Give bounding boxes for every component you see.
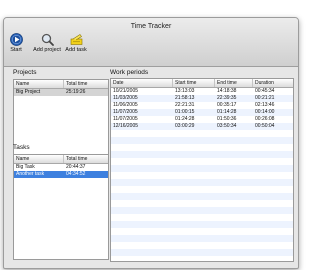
column-header-end-time[interactable]: End time [215, 79, 253, 87]
end-time-cell: 22:39:35 [217, 95, 237, 101]
work-period-row[interactable]: 12/16/2005 03:00:29 03:50:34 00:50:04 [111, 123, 293, 130]
empty-row [111, 228, 293, 235]
date-cell: 11/06/2005 [113, 102, 138, 108]
column-header-duration[interactable]: Duration [253, 79, 293, 87]
empty-row [111, 207, 293, 214]
task-name: Big Task [16, 164, 35, 170]
empty-row [111, 158, 293, 165]
empty-row [111, 242, 293, 249]
duration-cell: 00:50:04 [255, 123, 275, 129]
start-time-cell: 13:13:03 [175, 88, 195, 94]
work-period-row[interactable]: 11/07/2005 01:24:28 01:50:36 00:26:08 [111, 116, 293, 123]
empty-row [111, 235, 293, 242]
duration-cell: 02:13:46 [255, 102, 275, 108]
empty-row [111, 179, 293, 186]
date-cell: 12/16/2005 [113, 123, 139, 129]
empty-row [111, 214, 293, 221]
work-period-row[interactable]: 11/03/2005 21:58:13 22:39:35 00:21:21 [111, 95, 293, 102]
start-time-cell: 03:00:29 [175, 123, 195, 129]
work-period-row[interactable]: 11/07/2005 01:00:15 01:14:28 00:14:00 [111, 109, 293, 116]
empty-row [111, 144, 293, 151]
empty-row [111, 186, 293, 193]
column-header-total-time[interactable]: Total time [64, 80, 108, 88]
task-total-time: 20:44:37 [66, 164, 86, 170]
project-total-time: 25:19:26 [66, 89, 86, 95]
empty-row [111, 165, 293, 172]
start-label: Start [10, 47, 22, 53]
end-time-cell: 01:14:28 [217, 109, 237, 115]
column-header-date[interactable]: Date [111, 79, 173, 87]
end-time-cell: 03:50:34 [217, 123, 237, 129]
column-header-name[interactable]: Name [14, 155, 64, 163]
work-period-row[interactable]: 11/06/2005 22:21:31 00:35:17 02:13:46 [111, 102, 293, 109]
column-header-name[interactable]: Name [14, 80, 64, 88]
date-cell: 11/07/2005 [113, 116, 138, 122]
duration-cell: 00:45:34 [255, 88, 275, 94]
project-name: Big Project [16, 89, 41, 95]
work-periods-label: Work periods [110, 69, 149, 76]
start-button[interactable]: Start [8, 33, 24, 53]
add-task-icon [70, 34, 82, 45]
tasks-table[interactable]: Name Total time Big Task 20:44:37 Anothe… [13, 154, 109, 260]
duration-cell: 00:26:08 [255, 116, 275, 122]
work-period-row[interactable]: 10/21/2005 13:13:03 14:18:38 00:45:34 [111, 88, 293, 95]
end-time-cell: 01:50:36 [217, 116, 237, 122]
end-time-cell: 14:18:38 [217, 88, 237, 94]
start-time-cell: 21:58:13 [175, 95, 195, 101]
empty-row [111, 193, 293, 200]
empty-row [111, 221, 293, 228]
date-cell: 11/07/2005 [113, 109, 138, 115]
start-time-cell: 22:21:31 [175, 102, 195, 108]
projects-label: Projects [13, 69, 37, 76]
column-header-total-time[interactable]: Total time [64, 155, 108, 163]
date-cell: 10/21/2005 [113, 88, 139, 94]
start-time-cell: 01:24:28 [175, 116, 195, 122]
duration-cell: 00:14:00 [255, 109, 275, 115]
task-row[interactable]: Big Task 20:44:37 [14, 164, 108, 171]
date-cell: 11/03/2005 [113, 95, 138, 101]
time-tracker-window: Time Tracker Start Add project Add task [3, 17, 299, 269]
add-task-label: Add task [65, 47, 87, 53]
add-project-button[interactable]: Add project [32, 33, 62, 53]
empty-row [111, 137, 293, 144]
tasks-label: Tasks [13, 144, 30, 151]
empty-row [111, 151, 293, 158]
task-name: Another task [16, 171, 45, 177]
title-bar: Time Tracker Start Add project Add task [4, 18, 298, 67]
work-periods-table[interactable]: Date Start time End time Duration 10/21/… [110, 78, 294, 262]
task-row-selected[interactable]: Another task 04:34:52 [14, 171, 108, 178]
empty-row [111, 200, 293, 207]
column-header-start-time[interactable]: Start time [173, 79, 215, 87]
empty-row [111, 130, 293, 137]
end-time-cell: 00:35:17 [217, 102, 237, 108]
empty-row [111, 172, 293, 179]
task-total-time: 04:34:52 [66, 171, 86, 177]
project-row[interactable]: Big Project 25:19:26 [14, 89, 108, 96]
work-periods-header: Date Start time End time Duration [111, 79, 293, 88]
empty-row [111, 249, 293, 256]
window-title: Time Tracker [130, 23, 172, 30]
projects-header: Name Total time [14, 80, 108, 89]
tasks-header: Name Total time [14, 155, 108, 164]
start-icon [9, 33, 23, 46]
add-project-label: Add project [33, 47, 61, 53]
duration-cell: 00:21:21 [255, 95, 275, 101]
add-project-icon [41, 33, 54, 46]
add-task-button[interactable]: Add task [64, 33, 88, 53]
start-time-cell: 01:00:15 [175, 109, 195, 115]
